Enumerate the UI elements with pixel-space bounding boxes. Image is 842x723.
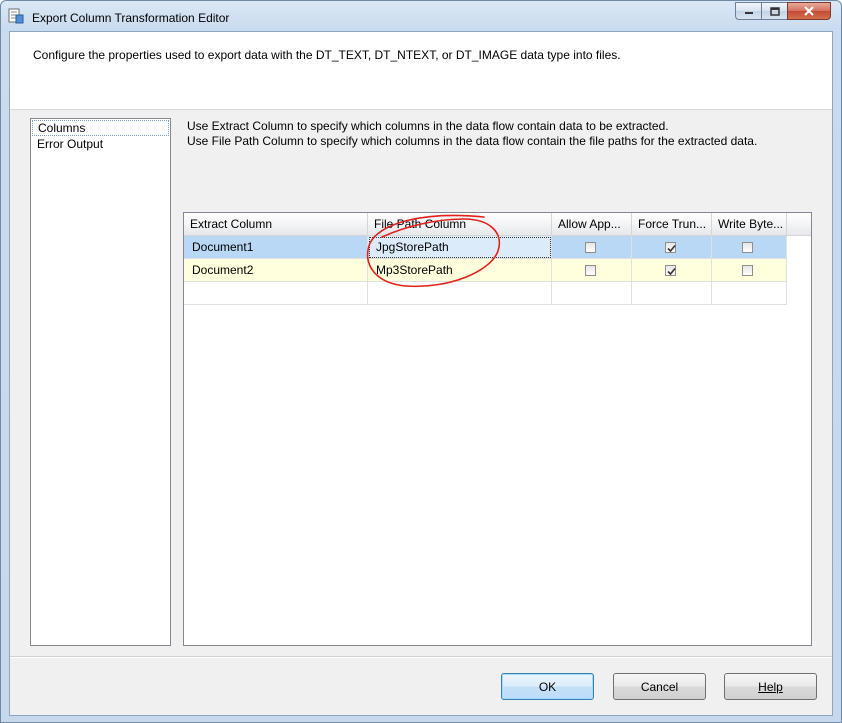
extract-column-cell[interactable]: Document1 bbox=[184, 236, 368, 259]
extract-column-cell-empty[interactable] bbox=[184, 282, 368, 305]
header-description: Configure the properties used to export … bbox=[33, 48, 621, 62]
columns-grid[interactable]: Extract Column File Path Column Allow Ap… bbox=[183, 212, 812, 646]
file-path-column-cell-empty[interactable] bbox=[368, 282, 552, 305]
title-bar[interactable]: Export Column Transformation Editor bbox=[1, 1, 841, 31]
dialog-client-area: Configure the properties used to export … bbox=[9, 31, 833, 716]
nav-item-columns[interactable]: Columns bbox=[32, 120, 169, 136]
header-band: Configure the properties used to export … bbox=[10, 32, 832, 110]
file-path-column-cell[interactable]: Mp3StorePath bbox=[368, 259, 552, 282]
col-header-file-path-column[interactable]: File Path Column bbox=[368, 213, 552, 235]
extract-column-cell[interactable]: Document2 bbox=[184, 259, 368, 282]
help-button-label: Help bbox=[758, 679, 783, 694]
editor-window-icon bbox=[8, 8, 24, 24]
nav-item-error-output[interactable]: Error Output bbox=[31, 136, 170, 152]
maximize-icon bbox=[769, 6, 780, 16]
write-bom-checkbox[interactable] bbox=[742, 242, 753, 253]
instructions-line-1: Use Extract Column to specify which colu… bbox=[187, 119, 669, 133]
grid-header: Extract Column File Path Column Allow Ap… bbox=[184, 213, 811, 236]
force-truncate-checkbox[interactable] bbox=[665, 242, 676, 253]
write-bom-cell bbox=[712, 236, 787, 259]
minimize-button[interactable] bbox=[735, 2, 761, 20]
allow-append-cell bbox=[552, 259, 632, 282]
checkmark-icon bbox=[667, 267, 676, 276]
write-bom-cell-empty bbox=[712, 282, 787, 305]
close-button[interactable] bbox=[787, 2, 831, 20]
table-row[interactable]: Document1 JpgStorePath bbox=[184, 236, 787, 259]
maximize-button[interactable] bbox=[761, 2, 787, 20]
checkmark-icon bbox=[667, 244, 676, 253]
force-truncate-checkbox[interactable] bbox=[665, 265, 676, 276]
force-truncate-cell-empty bbox=[632, 282, 712, 305]
window-title: Export Column Transformation Editor bbox=[32, 11, 230, 25]
help-button[interactable]: Help bbox=[724, 673, 817, 700]
write-bom-checkbox[interactable] bbox=[742, 265, 753, 276]
allow-append-cell bbox=[552, 236, 632, 259]
allow-append-checkbox[interactable] bbox=[585, 265, 596, 276]
file-path-column-cell[interactable]: JpgStorePath bbox=[368, 236, 552, 259]
col-header-extract-column[interactable]: Extract Column bbox=[184, 213, 368, 235]
write-bom-cell bbox=[712, 259, 787, 282]
col-header-force-truncate[interactable]: Force Trun... bbox=[632, 213, 712, 235]
window-controls bbox=[735, 2, 831, 22]
export-column-editor-window: Export Column Transformation Editor Conf… bbox=[0, 0, 842, 723]
table-row[interactable]: Document2 Mp3StorePath bbox=[184, 259, 787, 282]
columns-instructions: Use Extract Column to specify which colu… bbox=[187, 119, 757, 149]
instructions-line-2: Use File Path Column to specify which co… bbox=[187, 134, 758, 148]
close-icon bbox=[804, 6, 814, 16]
col-header-allow-append[interactable]: Allow App... bbox=[552, 213, 632, 235]
ok-button[interactable]: OK bbox=[501, 673, 594, 700]
col-header-write-bom[interactable]: Write Byte... bbox=[712, 213, 787, 235]
allow-append-checkbox[interactable] bbox=[585, 242, 596, 253]
force-truncate-cell bbox=[632, 259, 712, 282]
force-truncate-cell bbox=[632, 236, 712, 259]
cancel-button[interactable]: Cancel bbox=[613, 673, 706, 700]
table-row-new[interactable] bbox=[184, 282, 787, 305]
allow-append-cell-empty bbox=[552, 282, 632, 305]
minimize-icon bbox=[744, 12, 753, 14]
footer-separator bbox=[10, 656, 832, 658]
page-nav-list[interactable]: Columns Error Output bbox=[30, 118, 171, 646]
